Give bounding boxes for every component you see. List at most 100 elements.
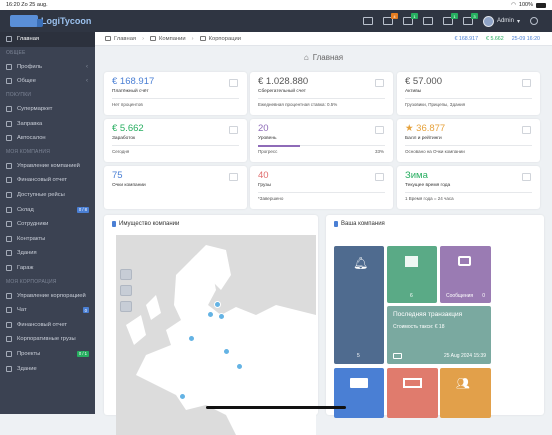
divider — [405, 98, 532, 99]
sidebar-item-label: Здания — [17, 250, 37, 257]
trucks-tile[interactable]: 🔔︎ 5 — [334, 246, 384, 364]
trailers-tile[interactable] — [387, 368, 438, 418]
sidebar-section-header: МОЯ КОРПОРАЦИЯ — [6, 278, 57, 285]
sidebar-item[interactable]: Чат 0 — [0, 303, 95, 318]
sidebar-item[interactable]: Здания — [0, 246, 95, 261]
sidebar-item[interactable]: Общее ‹ — [0, 74, 95, 89]
user-menu[interactable]: Admin ▾ — [482, 15, 520, 27]
boxes-icon — [375, 173, 384, 181]
stat-footnote: Сегодня — [112, 149, 130, 154]
sidebar-item[interactable]: Супермаркет — [0, 102, 95, 117]
progress-bar-fill — [258, 145, 300, 147]
ribbon-icon — [522, 126, 531, 134]
sidebar-item[interactable]: Заправка — [0, 116, 95, 131]
sidebar-item[interactable]: Сотрудники — [0, 217, 95, 232]
sidebar-item-label: Корпоративные грузы — [17, 336, 76, 343]
battery-level: 100% — [518, 2, 533, 8]
last-transaction-tile[interactable]: Последняя транзакция Стоимость такси: € … — [387, 306, 491, 364]
location-pin[interactable] — [218, 313, 225, 320]
piggy-bank-icon — [375, 79, 384, 87]
truck-logo-icon — [10, 15, 43, 27]
mail-icon[interactable]: 1 — [442, 13, 458, 25]
sidebar-item[interactable]: Здание — [0, 361, 95, 376]
car-icon[interactable] — [422, 17, 433, 25]
calculator-icon[interactable] — [362, 17, 373, 25]
sidebar-item-label: Чат — [17, 307, 27, 314]
sidebar-item[interactable]: Автосалон — [0, 131, 95, 146]
user-icon[interactable] — [530, 17, 538, 25]
breadcrumb-home[interactable]: Главная — [105, 36, 136, 42]
sidebar-item[interactable]: Корпоративные грузы — [0, 332, 95, 347]
stat-value: ★ 36.877 — [405, 123, 446, 134]
box-icon[interactable]: 4 — [382, 13, 398, 25]
transaction-title: Последняя транзакция — [393, 311, 463, 318]
sidebar-item[interactable]: Финансовый отчет — [0, 173, 95, 188]
location-pin[interactable] — [179, 393, 186, 400]
sidebar-item[interactable]: Гараж — [0, 261, 95, 276]
city-icon — [199, 36, 206, 41]
menu-item-icon — [6, 63, 12, 70]
stat-footnote: *Завершено — [258, 196, 284, 201]
location-pin[interactable] — [214, 301, 221, 308]
zoom-in-button[interactable] — [120, 285, 132, 296]
users-icon: 👥︎ — [456, 378, 470, 390]
sidebar-item[interactable]: Управление компанией — [0, 159, 95, 174]
europe-map[interactable] — [116, 235, 316, 435]
divider — [112, 98, 239, 99]
location-pin[interactable] — [207, 311, 214, 318]
location-pin[interactable] — [236, 363, 243, 370]
stat-value: € 1.028.880 — [258, 76, 309, 87]
status-time: 16:20 — [6, 2, 20, 8]
stat-value: Зима — [405, 170, 428, 181]
count-badge: 0 / 8 — [76, 206, 89, 213]
divider — [405, 145, 532, 146]
battery-icon — [536, 2, 546, 8]
stat-footnote: Грузовики, Прицепы, Здания — [405, 102, 466, 107]
sidebar-item[interactable]: Управление корпорацией — [0, 288, 95, 303]
location-pin[interactable] — [223, 348, 230, 355]
user-name: Admin — [496, 18, 514, 24]
sidebar-item[interactable]: Профиль ‹ — [0, 60, 95, 75]
truck-icon[interactable]: 3 — [462, 13, 478, 25]
home-icon — [105, 36, 111, 41]
stat-card: 75 Очки компании — [104, 166, 247, 209]
sidebar-section-header: МОЯ КОМПАНИЯ — [6, 149, 50, 156]
sidebar-item[interactable]: Главная — [0, 32, 95, 47]
stat-value: € 5.662 — [112, 123, 144, 134]
employees-tile[interactable]: 👥︎ — [440, 368, 491, 418]
breadcrumb-corporations[interactable]: Корпорации — [199, 36, 241, 42]
menu-item-icon — [6, 135, 12, 142]
tile-count: 0 — [482, 293, 485, 299]
notification-badge: 4 — [390, 13, 398, 19]
sidebar-item-label: Доступные рейсы — [17, 192, 65, 199]
map-home-button[interactable] — [120, 269, 132, 280]
location-pin[interactable] — [188, 335, 195, 342]
stat-card: Зима Текущее время года 1 Время года = 24 … — [397, 166, 540, 209]
storage-tile[interactable]: 6 — [387, 246, 437, 303]
zoom-out-button[interactable] — [120, 301, 132, 312]
sidebar-item[interactable]: Финансовый отчет — [0, 318, 95, 333]
menu-item-icon — [6, 350, 12, 357]
sidebar-item[interactable]: Склад 0 / 8 — [0, 202, 95, 217]
trucks-detail-tile[interactable] — [334, 368, 384, 418]
stat-card: ★ 36.877 Балл и рейтинги Основано на Очки … — [397, 119, 540, 162]
handshake-icon[interactable]: 1 — [402, 13, 418, 25]
stat-card: € 57.000 Активы Грузовики, Прицепы, Здания — [397, 72, 540, 115]
breadcrumb-companies[interactable]: Компании — [150, 36, 186, 42]
top-navigation-bar: LogiTycoon 4 1 1 3 Admin ▾ — [0, 10, 552, 32]
panel-title: Ваша компания — [334, 221, 385, 227]
building-icon — [112, 221, 116, 227]
transaction-date: 25 Aug 2024 15:39 — [444, 353, 486, 359]
sidebar-item-label: Супермаркет — [17, 106, 53, 113]
sidebar-item[interactable]: Контракты — [0, 232, 95, 247]
sidebar-item[interactable]: Проекты 0 / 1 — [0, 347, 95, 362]
stat-label: Сберегательный счет — [258, 89, 306, 94]
snowflake-icon — [522, 173, 531, 181]
sidebar-section-header: ОБЩЕЕ — [6, 50, 26, 57]
sidebar-item-label: Управление корпорацией — [17, 292, 86, 299]
sidebar-section-header: ПОКУПКИ — [6, 92, 32, 99]
chevron-down-icon: ▾ — [516, 18, 520, 25]
messages-tile[interactable]: Сообщения 0 — [440, 246, 491, 303]
app-logo[interactable]: LogiTycoon — [0, 15, 95, 27]
sidebar-item[interactable]: Доступные рейсы — [0, 188, 95, 203]
